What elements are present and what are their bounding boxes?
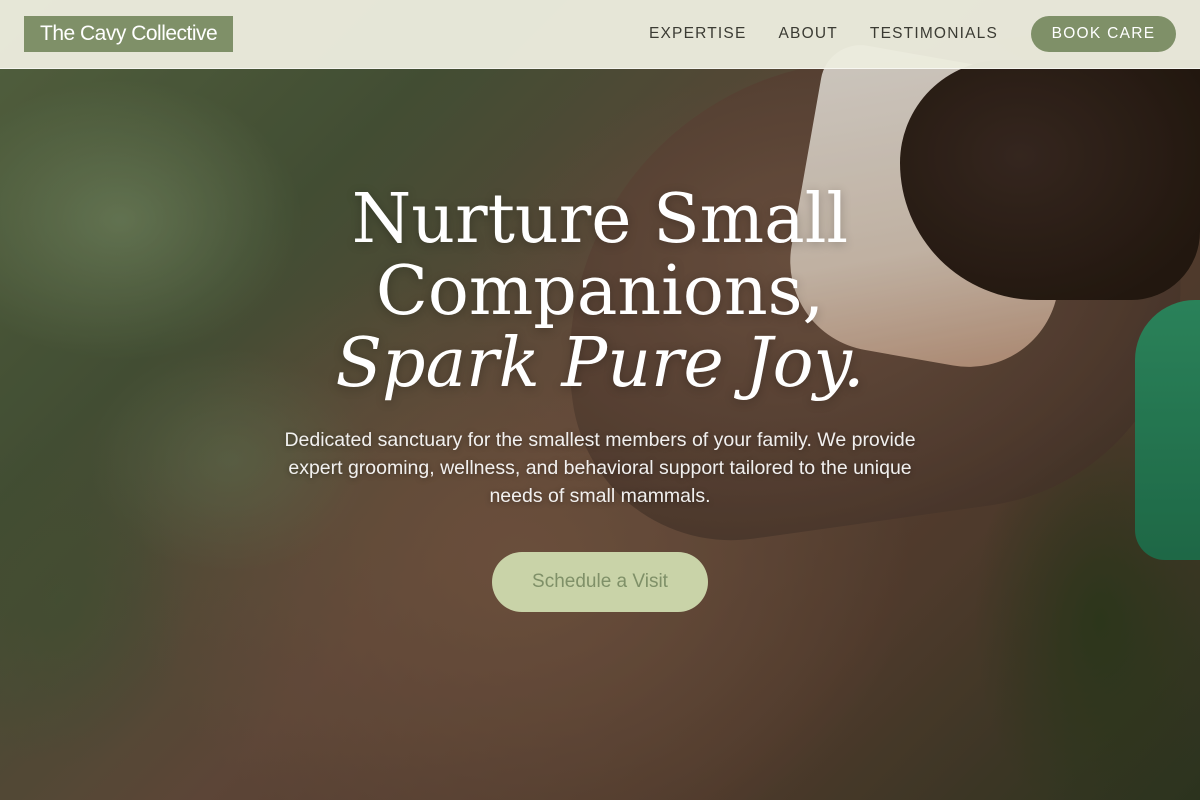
- site-logo[interactable]: The Cavy Collective: [24, 16, 234, 52]
- site-header: The Cavy Collective EXPERTISE ABOUT TEST…: [0, 0, 1200, 69]
- schedule-visit-button[interactable]: Schedule a Visit: [492, 552, 708, 612]
- nav-link-testimonials[interactable]: TESTIMONIALS: [870, 25, 998, 43]
- headline-line-2: Companions,: [375, 252, 825, 331]
- nav-link-about[interactable]: ABOUT: [779, 25, 838, 43]
- hero-description: Dedicated sanctuary for the smallest mem…: [284, 429, 916, 507]
- book-care-button[interactable]: BOOK CARE: [1031, 16, 1176, 52]
- headline-accent-line: Spark Pure Joy.: [335, 324, 865, 403]
- page: The Cavy Collective EXPERTISE ABOUT TEST…: [0, 0, 1200, 800]
- hero-headline: Nurture Small Companions, Spark Pure Joy…: [0, 184, 1200, 400]
- nav-link-expertise[interactable]: EXPERTISE: [649, 25, 747, 43]
- main-nav: EXPERTISE ABOUT TESTIMONIALS: [649, 0, 998, 68]
- hero-section: Nurture Small Companions, Spark Pure Joy…: [0, 184, 1200, 612]
- headline-line-1: Nurture Small: [351, 180, 849, 259]
